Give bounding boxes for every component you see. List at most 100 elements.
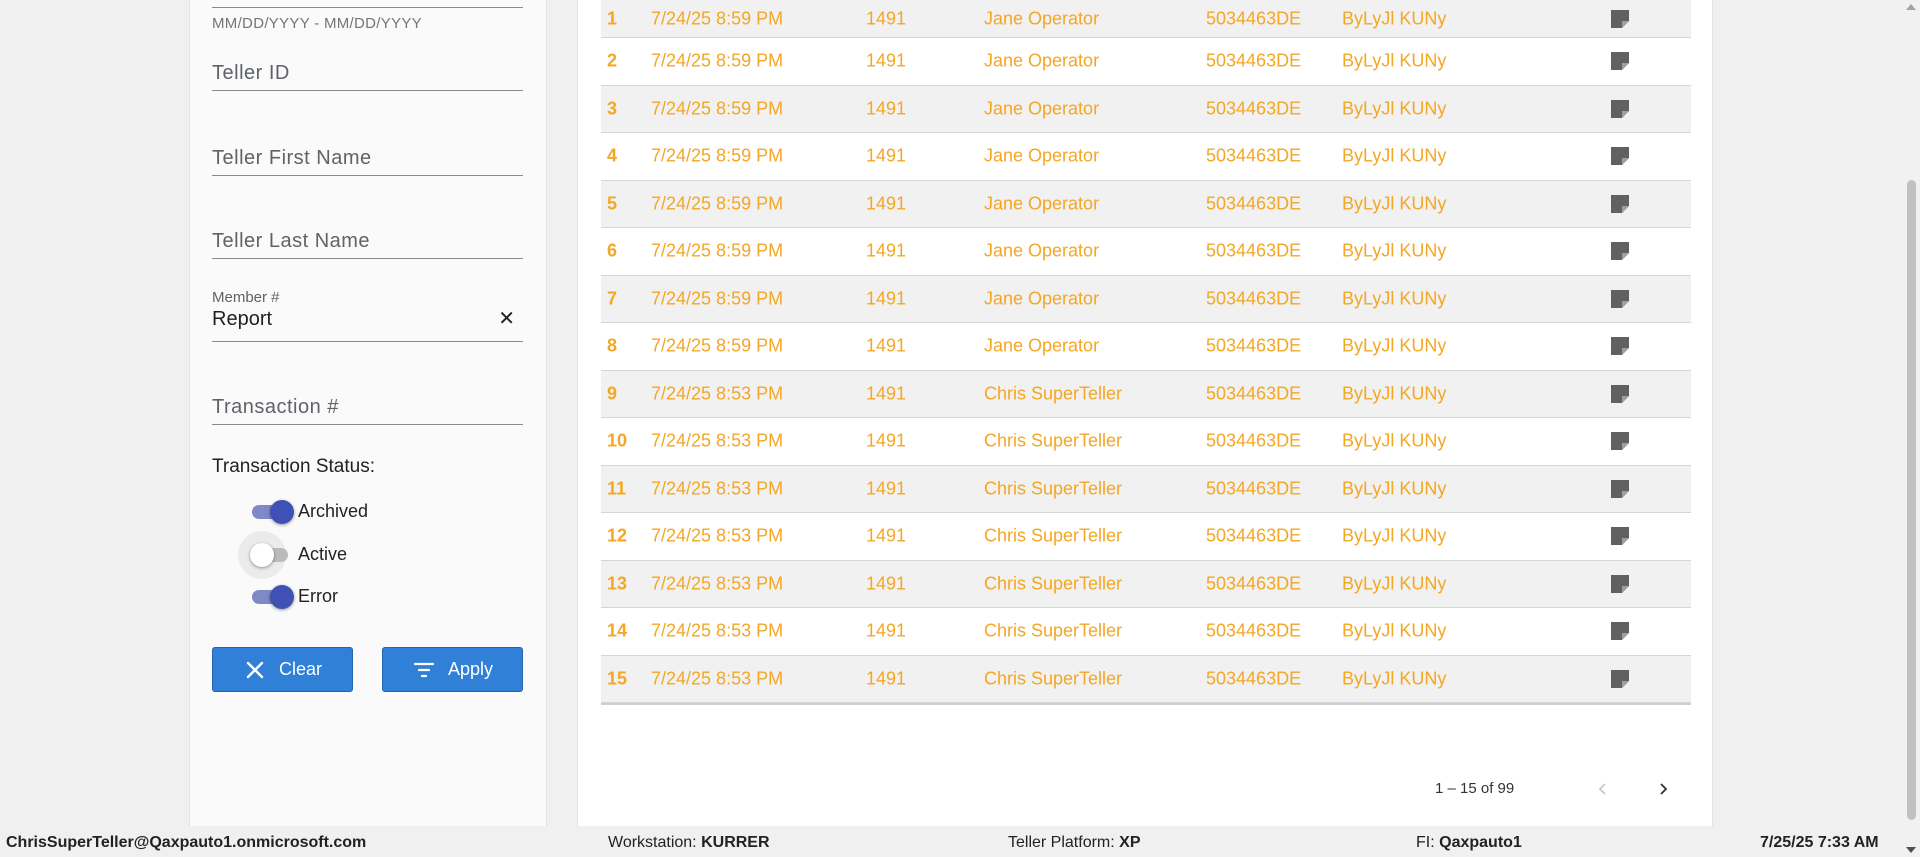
teller-id-input[interactable]: Teller ID	[212, 55, 523, 91]
cell-workstation: 5034463DE	[1206, 145, 1302, 166]
cell-id: ByLyJl KUNy	[1342, 335, 1447, 356]
clear-member-icon[interactable]: ✕	[498, 306, 515, 331]
table-row[interactable]: 13 7/24/25 8:53 PM 1491 Chris SuperTeller 50…	[601, 560, 1691, 608]
table-row[interactable]: 4 7/24/25 8:59 PM 1491 Jane Operator 5034463…	[601, 133, 1691, 181]
cell-num: 8	[607, 335, 618, 356]
member-number-input[interactable]: Member # Report ✕	[212, 289, 523, 342]
status-archived-row: Archived	[250, 496, 368, 526]
table-row[interactable]: 6 7/24/25 8:59 PM 1491 Jane Operator 5034463…	[601, 228, 1691, 276]
table-row[interactable]: 14 7/24/25 8:53 PM 1491 Chris SuperTeller 50…	[601, 608, 1691, 656]
apply-button[interactable]: Apply	[382, 647, 523, 692]
cell-code: 1491	[866, 145, 907, 166]
scroll-down-arrow-icon[interactable]	[1906, 847, 1916, 853]
archived-toggle[interactable]	[250, 496, 294, 526]
table-row[interactable]: 11 7/24/25 8:53 PM 1491 Chris SuperTeller 50…	[601, 465, 1691, 513]
cell-num: 2	[607, 50, 618, 71]
cell-workstation: 5034463DE	[1206, 240, 1302, 261]
archived-label: Archived	[298, 500, 369, 521]
cell-code: 1491	[866, 240, 907, 261]
note-icon[interactable]	[1609, 50, 1631, 72]
table-row[interactable]: 8 7/24/25 8:59 PM 1491 Jane Operator 5034463…	[601, 323, 1691, 371]
cell-teller: Jane Operator	[984, 335, 1100, 356]
date-range-field[interactable]	[212, 0, 523, 8]
table-row[interactable]: 10 7/24/25 8:53 PM 1491 Chris SuperTeller 50…	[601, 418, 1691, 466]
cell-num: 4	[607, 145, 618, 166]
table-row[interactable]: 7 7/24/25 8:59 PM 1491 Jane Operator 5034463…	[601, 275, 1691, 323]
cell-workstation: 5034463DE	[1206, 335, 1302, 356]
note-icon[interactable]	[1609, 620, 1631, 642]
note-icon[interactable]	[1609, 573, 1631, 595]
chevron-right-icon	[1660, 783, 1668, 795]
table-row[interactable]: 9 7/24/25 8:53 PM 1491 Chris SuperTeller 503…	[601, 370, 1691, 418]
cell-code: 1491	[866, 668, 907, 689]
note-icon[interactable]	[1609, 525, 1631, 547]
cell-num: 5	[607, 193, 618, 214]
table-bottom-border	[601, 703, 1691, 705]
note-icon[interactable]	[1609, 383, 1631, 405]
table-row[interactable]: 15 7/24/25 8:53 PM 1491 Chris SuperTeller 50…	[601, 655, 1691, 703]
cell-date: 7/24/25 8:59 PM	[651, 288, 784, 309]
teller-last-name-input[interactable]: Teller Last Name	[212, 221, 523, 259]
cell-id: ByLyJl KUNy	[1342, 478, 1447, 499]
note-icon[interactable]	[1609, 193, 1631, 215]
scrollbar-thumb[interactable]	[1907, 180, 1916, 820]
note-icon[interactable]	[1609, 98, 1631, 120]
cell-date: 7/24/25 8:53 PM	[651, 620, 784, 641]
cell-workstation: 5034463DE	[1206, 50, 1302, 71]
cell-code: 1491	[866, 525, 907, 546]
cell-date: 7/24/25 8:59 PM	[651, 145, 784, 166]
note-icon[interactable]	[1609, 288, 1631, 310]
cell-id: ByLyJl KUNy	[1342, 98, 1447, 119]
table-row[interactable]: 1 7/24/25 8:59 PM 1491 Jane Operator 5034463…	[601, 0, 1691, 38]
table-row[interactable]: 2 7/24/25 8:59 PM 1491 Jane Operator 5034463…	[601, 38, 1691, 86]
cell-num: 1	[607, 8, 618, 28]
cell-workstation: 5034463DE	[1206, 430, 1302, 451]
cell-date: 7/24/25 8:53 PM	[651, 430, 784, 451]
transaction-number-input[interactable]: Transaction #	[212, 386, 523, 425]
table-row[interactable]: 12 7/24/25 8:53 PM 1491 Chris SuperTeller 50…	[601, 513, 1691, 561]
cell-code: 1491	[866, 430, 907, 451]
teller-first-name-input[interactable]: Teller First Name	[212, 138, 523, 176]
note-icon[interactable]	[1609, 668, 1631, 690]
active-label: Active	[298, 543, 348, 564]
cell-teller: Chris SuperTeller	[984, 383, 1123, 404]
cell-teller: Chris SuperTeller	[984, 430, 1123, 451]
next-page-button[interactable]	[1650, 776, 1676, 802]
cell-teller: Jane Operator	[984, 288, 1100, 309]
cell-num: 12	[607, 525, 628, 546]
page-scrollbar[interactable]	[1903, 0, 1920, 857]
cell-workstation: 5034463DE	[1206, 288, 1302, 309]
cell-workstation: 5034463DE	[1206, 668, 1302, 689]
cell-code: 1491	[866, 50, 907, 71]
cell-code: 1491	[866, 383, 907, 404]
note-icon[interactable]	[1609, 8, 1631, 30]
note-icon[interactable]	[1609, 335, 1631, 357]
cell-date: 7/24/25 8:59 PM	[651, 98, 784, 119]
cell-id: ByLyJl KUNy	[1342, 668, 1447, 689]
active-toggle[interactable]	[238, 531, 290, 579]
cell-teller: Chris SuperTeller	[984, 478, 1123, 499]
table-body: 1 7/24/25 8:59 PM 1491 Jane Operator 5034463…	[601, 0, 1691, 703]
note-icon[interactable]	[1609, 478, 1631, 500]
previous-page-button[interactable]	[1590, 776, 1616, 802]
cell-teller: Jane Operator	[984, 50, 1100, 71]
scroll-up-arrow-icon[interactable]	[1906, 4, 1916, 10]
clear-button[interactable]: Clear	[212, 647, 353, 692]
fi-info: FI: Qaxpauto1	[1416, 834, 1522, 851]
cell-workstation: 5034463DE	[1206, 620, 1302, 641]
error-toggle[interactable]	[250, 581, 294, 611]
note-icon[interactable]	[1609, 145, 1631, 167]
cell-code: 1491	[866, 478, 907, 499]
chevron-left-icon	[1598, 783, 1606, 795]
cell-code: 1491	[866, 620, 907, 641]
cell-date: 7/24/25 8:53 PM	[651, 525, 784, 546]
note-icon[interactable]	[1609, 240, 1631, 262]
teller-first-name-placeholder: Teller First Name	[212, 147, 372, 169]
filter-icon	[413, 662, 435, 677]
table-row[interactable]: 3 7/24/25 8:59 PM 1491 Jane Operator 5034463…	[601, 85, 1691, 133]
cell-id: ByLyJl KUNy	[1342, 383, 1447, 404]
table-row[interactable]: 5 7/24/25 8:59 PM 1491 Jane Operator 5034463…	[601, 180, 1691, 228]
cell-code: 1491	[866, 573, 907, 594]
cell-teller: Jane Operator	[984, 98, 1100, 119]
note-icon[interactable]	[1609, 430, 1631, 452]
